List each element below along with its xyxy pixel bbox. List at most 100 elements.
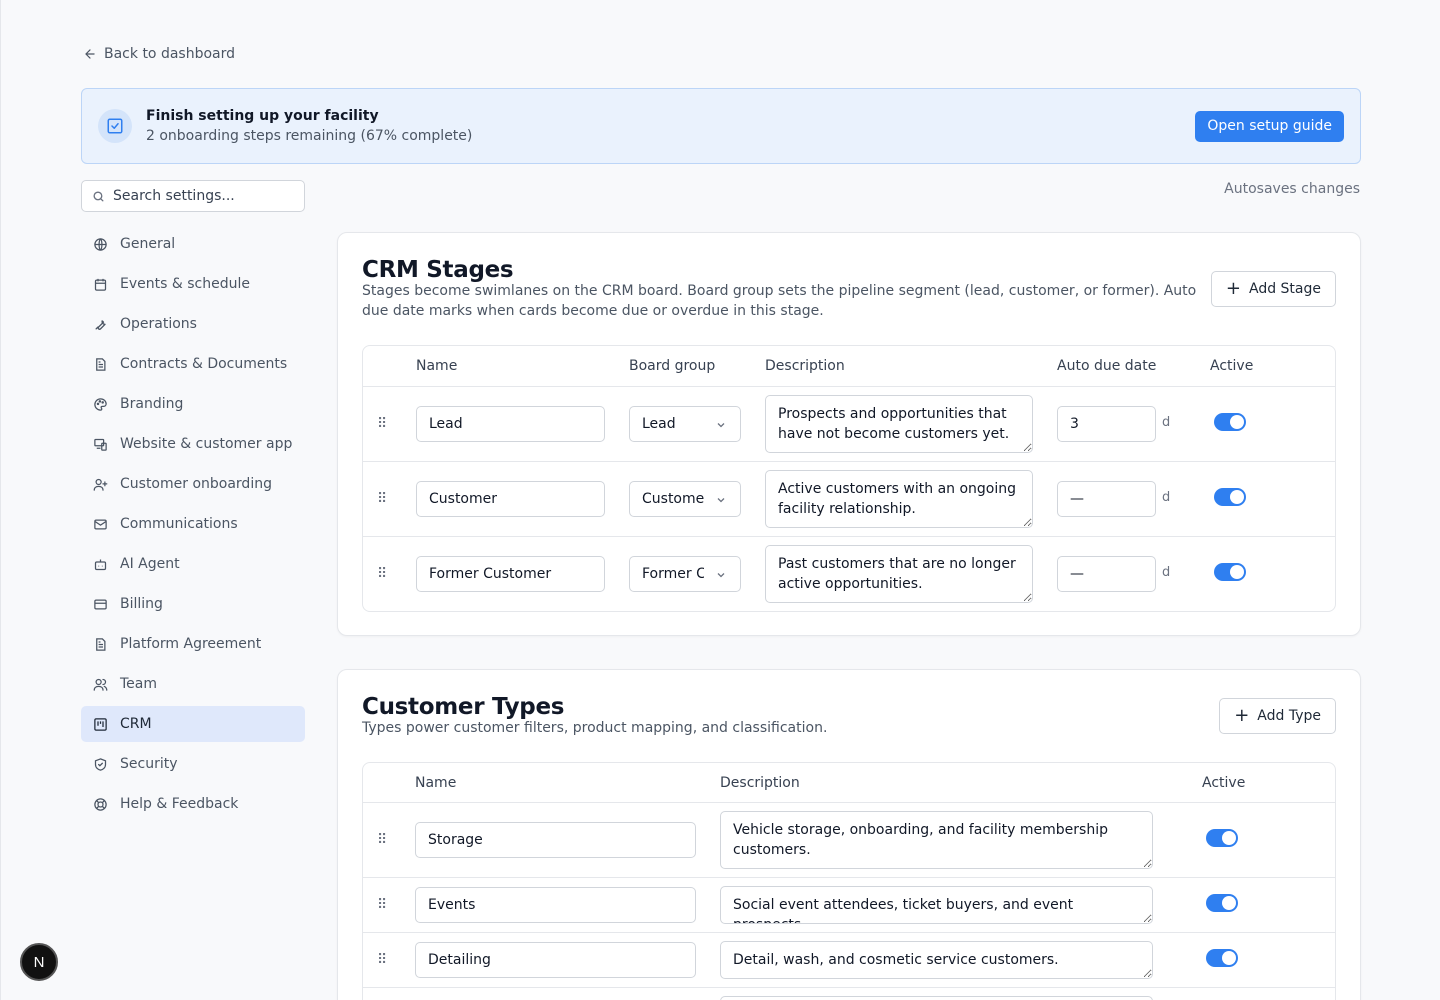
active-toggle[interactable] bbox=[1206, 894, 1238, 912]
days-suffix: d bbox=[1162, 490, 1171, 505]
type-description-textarea[interactable]: Social event attendees, ticket buyers, a… bbox=[720, 886, 1153, 924]
add-stage-label: Add Stage bbox=[1248, 281, 1321, 297]
search-input[interactable] bbox=[113, 188, 283, 204]
sidebar-item-events-schedule[interactable]: Events & schedule bbox=[81, 266, 305, 302]
drag-handle-icon[interactable]: ⠿ bbox=[377, 898, 389, 912]
chevron-down-icon bbox=[717, 498, 725, 503]
app-launcher-button[interactable]: N bbox=[20, 943, 58, 981]
stage-name-input[interactable] bbox=[416, 556, 605, 592]
type-name-input[interactable] bbox=[415, 942, 696, 978]
drag-handle-icon[interactable]: ⠿ bbox=[377, 492, 389, 506]
stage-name-input[interactable] bbox=[416, 406, 605, 442]
table-row: ⠿ Former Customer Past customers that ar… bbox=[363, 537, 1335, 611]
auto-due-input[interactable] bbox=[1057, 556, 1156, 592]
sidebar-item-customer-onboarding[interactable]: Customer onboarding bbox=[81, 466, 305, 502]
palette-icon bbox=[94, 397, 107, 411]
globe-icon bbox=[94, 237, 107, 251]
board-group-select[interactable]: Customer bbox=[629, 481, 741, 517]
customer-types-card: Customer Types Types power customer filt… bbox=[337, 669, 1361, 1000]
open-setup-guide-button[interactable]: Open setup guide bbox=[1195, 110, 1344, 142]
crm-stages-table: Name Board group Description Auto due da… bbox=[362, 345, 1336, 612]
type-description-textarea[interactable]: Detail, wash, and cosmetic service custo… bbox=[720, 941, 1153, 979]
active-toggle[interactable] bbox=[1214, 413, 1246, 431]
active-toggle[interactable] bbox=[1214, 563, 1246, 581]
sidebar-item-operations[interactable]: Operations bbox=[81, 306, 305, 342]
sidebar-item-platform-agreement[interactable]: Platform Agreement bbox=[81, 626, 305, 662]
sidebar-item-billing[interactable]: Billing bbox=[81, 586, 305, 622]
crm-stages-description: Stages become swimlanes on the CRM board… bbox=[362, 283, 1197, 319]
drag-handle-icon[interactable]: ⠿ bbox=[377, 567, 389, 581]
sidebar-item-website-customer-app[interactable]: Website & customer app bbox=[81, 426, 305, 462]
column-name: Name bbox=[415, 775, 457, 791]
search-icon bbox=[93, 190, 104, 202]
arrow-left-icon bbox=[85, 49, 95, 59]
stage-description-textarea[interactable]: Active customers with an ongoing facilit… bbox=[765, 470, 1033, 528]
table-row: ⠿ Lead Prospects and opportunities that … bbox=[363, 387, 1335, 462]
sidebar-item-security[interactable]: Security bbox=[81, 746, 305, 782]
board-group-select[interactable]: Former Customer bbox=[629, 556, 741, 592]
sidebar-item-label: Operations bbox=[120, 316, 197, 332]
column-board-group: Board group bbox=[629, 358, 716, 374]
type-name-input[interactable] bbox=[415, 887, 696, 923]
sidebar-item-contracts-documents[interactable]: Contracts & Documents bbox=[81, 346, 305, 382]
sidebar-item-communications[interactable]: Communications bbox=[81, 506, 305, 542]
column-description: Description bbox=[765, 358, 845, 374]
table-row: ⠿ Detail, wash, and cosmetic service cus… bbox=[363, 933, 1335, 988]
sidebar-item-label: CRM bbox=[120, 716, 152, 732]
active-toggle[interactable] bbox=[1214, 488, 1246, 506]
document-icon bbox=[96, 357, 106, 371]
add-type-button[interactable]: + Add Type bbox=[1219, 698, 1336, 734]
crm-stages-title: CRM Stages bbox=[362, 257, 514, 283]
type-name-input[interactable] bbox=[415, 822, 696, 858]
drag-handle-icon[interactable]: ⠿ bbox=[377, 833, 389, 847]
sidebar-item-crm[interactable]: CRM bbox=[81, 706, 305, 742]
sidebar-item-ai-agent[interactable]: AI Agent bbox=[81, 546, 305, 582]
column-name: Name bbox=[416, 358, 458, 374]
sidebar-item-team[interactable]: Team bbox=[81, 666, 305, 702]
auto-due-input[interactable] bbox=[1057, 406, 1156, 442]
sidebar-item-branding[interactable]: Branding bbox=[81, 386, 305, 422]
type-description-textarea[interactable] bbox=[720, 996, 1153, 1000]
credit-card-icon bbox=[94, 599, 107, 609]
board-group-select[interactable]: Lead bbox=[629, 406, 741, 442]
column-active: Active bbox=[1202, 775, 1246, 791]
devices-icon bbox=[94, 438, 107, 451]
board-group-value: Lead bbox=[642, 416, 676, 432]
add-type-label: Add Type bbox=[1257, 708, 1321, 724]
type-description-textarea[interactable]: Vehicle storage, onboarding, and facilit… bbox=[720, 811, 1153, 869]
sidebar-item-label: Team bbox=[120, 676, 158, 692]
column-active: Active bbox=[1210, 358, 1254, 374]
days-suffix: d bbox=[1162, 415, 1171, 430]
sidebar-item-label: Website & customer app bbox=[120, 436, 293, 452]
sidebar-item-label: Customer onboarding bbox=[120, 476, 272, 492]
stage-description-textarea[interactable]: Prospects and opportunities that have no… bbox=[765, 395, 1033, 453]
stage-description-textarea[interactable]: Past customers that are no longer active… bbox=[765, 545, 1033, 603]
days-suffix: d bbox=[1162, 565, 1171, 580]
active-toggle[interactable] bbox=[1206, 829, 1238, 847]
banner-subtitle: 2 onboarding steps remaining (67% comple… bbox=[146, 128, 473, 144]
table-row: ⠿ Vehicle storage, onboarding, and facil… bbox=[363, 803, 1335, 878]
add-stage-button[interactable]: + Add Stage bbox=[1210, 271, 1336, 307]
sidebar-item-label: Platform Agreement bbox=[120, 636, 262, 652]
sidebar-item-general[interactable]: General bbox=[81, 226, 305, 262]
drag-handle-icon[interactable]: ⠿ bbox=[377, 953, 389, 967]
board-group-value: Former Customer bbox=[642, 566, 704, 582]
auto-due-input[interactable] bbox=[1057, 481, 1156, 517]
sidebar-item-label: Billing bbox=[120, 596, 163, 612]
stage-name-input[interactable] bbox=[416, 481, 605, 517]
autosave-status: Autosaves changes bbox=[1224, 181, 1360, 197]
calendar-icon bbox=[94, 278, 107, 291]
customer-types-title: Customer Types bbox=[362, 694, 565, 720]
drag-handle-icon[interactable]: ⠿ bbox=[377, 417, 389, 431]
users-icon bbox=[93, 678, 108, 691]
sidebar-item-label: Communications bbox=[120, 516, 238, 532]
plus-icon: + bbox=[1225, 278, 1241, 299]
column-auto-due-date: Auto due date bbox=[1057, 358, 1157, 374]
chevron-down-icon bbox=[717, 573, 725, 578]
active-toggle[interactable] bbox=[1206, 949, 1238, 967]
settings-sidebar: General Events & schedule Operations Con… bbox=[81, 226, 305, 826]
back-to-dashboard-link[interactable]: Back to dashboard bbox=[83, 46, 235, 62]
sidebar-item-help-feedback[interactable]: Help & Feedback bbox=[81, 786, 305, 822]
customer-types-description: Types power customer filters, product ma… bbox=[362, 720, 828, 736]
bot-icon bbox=[94, 559, 107, 570]
